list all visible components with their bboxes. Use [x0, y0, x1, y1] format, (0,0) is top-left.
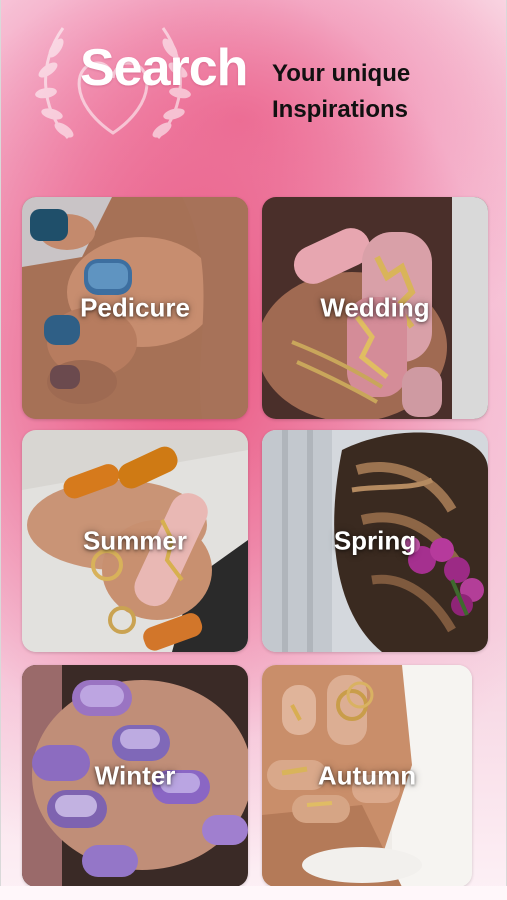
page-subtitle: Your unique Inspirations	[272, 56, 492, 128]
subtitle-line-1: Your unique	[272, 60, 411, 87]
category-label: Autumn	[317, 760, 417, 791]
category-label: Wedding	[320, 292, 430, 323]
page-title: Search	[80, 39, 248, 97]
category-card-pedicure[interactable]: Pedicure	[22, 197, 248, 419]
category-label: Pedicure	[80, 292, 190, 323]
category-card-spring[interactable]: Spring	[262, 430, 488, 652]
search-screen: Search Your unique Inspirations Pedicure	[0, 0, 507, 900]
bottom-edge	[0, 886, 507, 900]
category-card-summer[interactable]: Summer	[22, 430, 248, 652]
category-card-wedding[interactable]: Wedding	[262, 197, 488, 419]
category-label: Summer	[82, 525, 188, 556]
category-label: Winter	[94, 760, 176, 791]
subtitle-line-2: Inspirations	[272, 96, 409, 123]
category-label: Spring	[333, 525, 417, 556]
left-border	[0, 0, 1, 900]
category-card-winter[interactable]: Winter	[22, 665, 248, 887]
category-card-autumn[interactable]: Autumn	[262, 665, 472, 887]
